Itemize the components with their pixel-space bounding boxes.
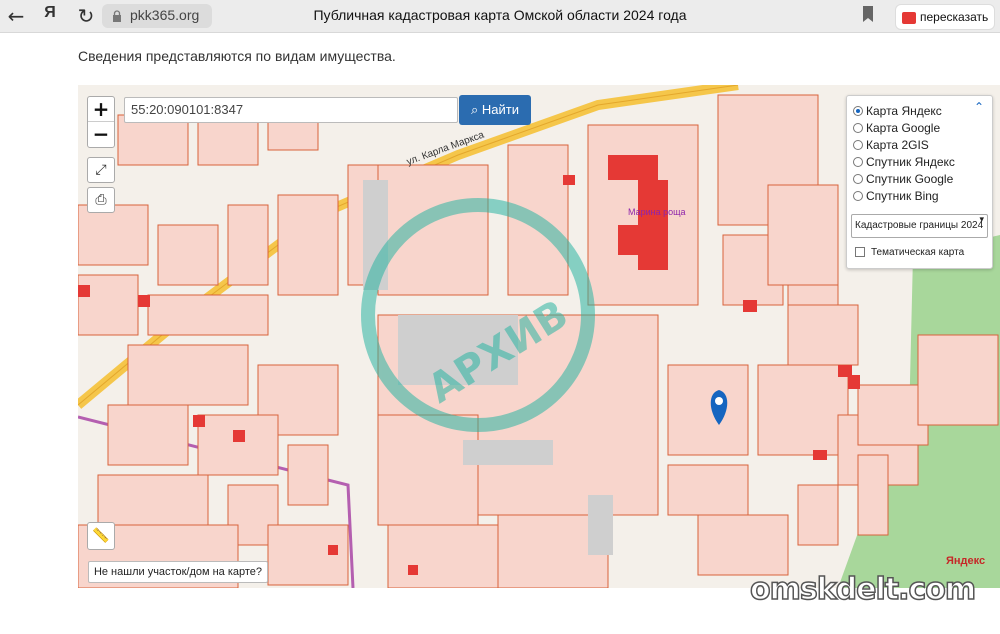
layer-option-yandex-satellite[interactable]: Спутник Яндекс [847,153,992,170]
info-text: Сведения представляются по видам имущест… [78,48,396,64]
layer-option-yandex-map[interactable]: Карта Яндекс [847,102,992,119]
watermark: omskdelt.com [749,571,977,608]
cadastral-search-input[interactable]: 55:20:090101:8347 [124,97,458,123]
radio-icon[interactable] [853,190,863,201]
radio-icon[interactable] [853,105,863,116]
radio-icon[interactable] [853,173,863,184]
zoom-out-button[interactable]: − [88,121,114,146]
chevron-up-icon[interactable]: ⌃ [974,100,984,114]
find-button[interactable]: ⌕ Найти [459,95,531,125]
layer-option-2gis-map[interactable]: Карта 2GIS [847,136,992,153]
retell-icon [902,11,916,24]
layer-option-google-satellite[interactable]: Спутник Google [847,170,992,187]
chevron-down-icon: ▾ [979,215,984,225]
checkbox-icon[interactable] [855,247,865,257]
radio-icon[interactable] [853,139,863,150]
browser-toolbar: ← Я ↻ pkk365.org Публичная кадастровая к… [0,0,1000,33]
ruler-icon[interactable]: 📏 [87,522,115,550]
not-found-button[interactable]: Не нашли участок/дом на карте? [88,561,268,583]
poi-label: Марина роща [628,207,686,217]
cadastral-map[interactable]: ул. Карла Маркса Марина роща АРХИВ + − ⤢… [78,85,1000,588]
radio-icon[interactable] [853,122,863,133]
search-icon: ⌕ [470,102,479,117]
retell-button[interactable]: пересказать [895,4,995,30]
layer-option-google-map[interactable]: Карта Google [847,119,992,136]
fullscreen-icon[interactable]: ⤢ [87,157,115,183]
cadastral-layer-select[interactable]: Кадастровые границы 2024 ▾ [851,214,988,238]
yandex-attribution: Яндекс [946,555,986,567]
thematic-map-toggle[interactable]: Тематическая карта [847,242,992,262]
radio-icon[interactable] [853,156,863,167]
zoom-control: + − [87,96,115,148]
page-title: Публичная кадастровая карта Омской облас… [313,7,687,23]
layers-panel: ⌃ Карта Яндекс Карта Google Карта 2GIS С… [846,95,993,269]
bookmark-icon[interactable] [862,6,874,22]
print-icon[interactable]: ⎙ [87,187,115,213]
layer-option-bing-satellite[interactable]: Спутник Bing [847,187,992,204]
zoom-in-button[interactable]: + [88,97,114,121]
